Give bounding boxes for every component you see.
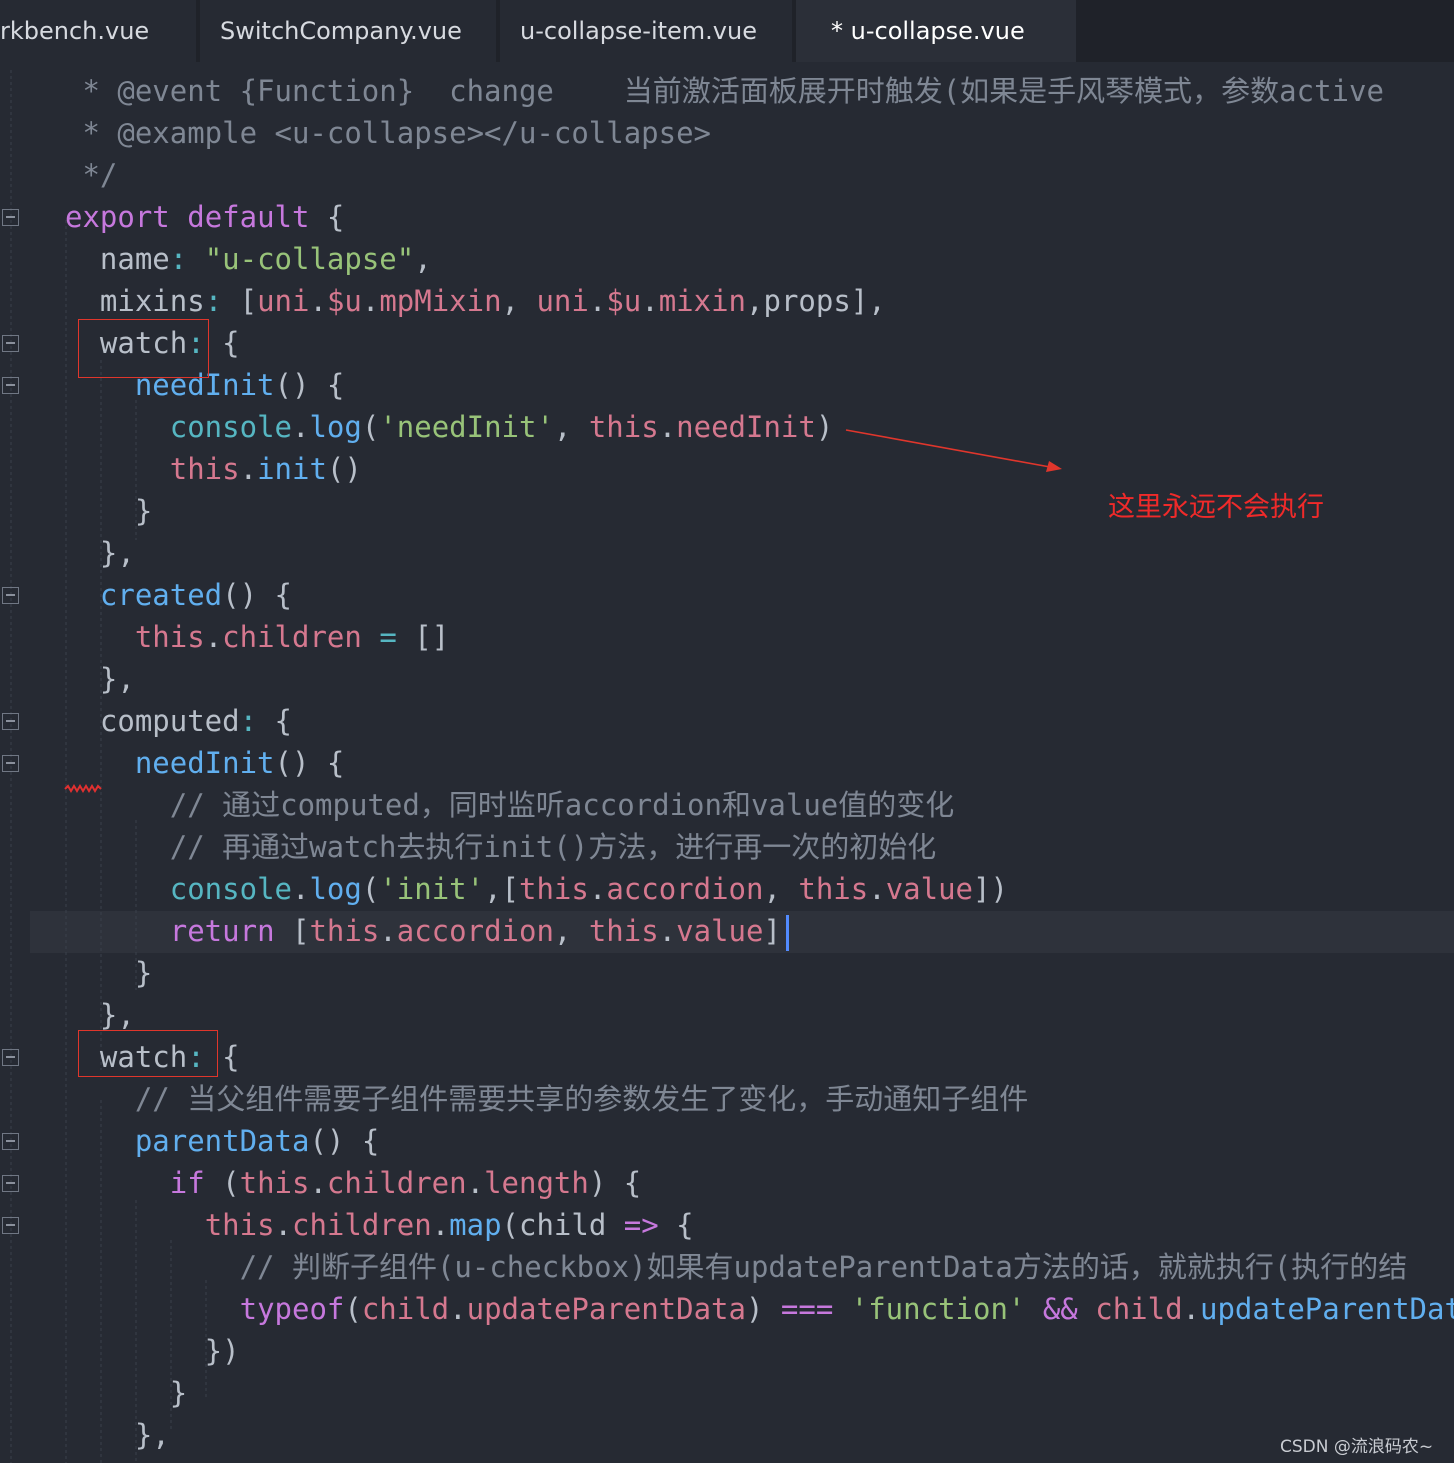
annotation-note: 这里永远不会执行 <box>1108 492 1324 523</box>
annotation-arrow <box>845 429 1062 472</box>
watermark: CSDN @流浪码农~ <box>1280 1437 1434 1457</box>
